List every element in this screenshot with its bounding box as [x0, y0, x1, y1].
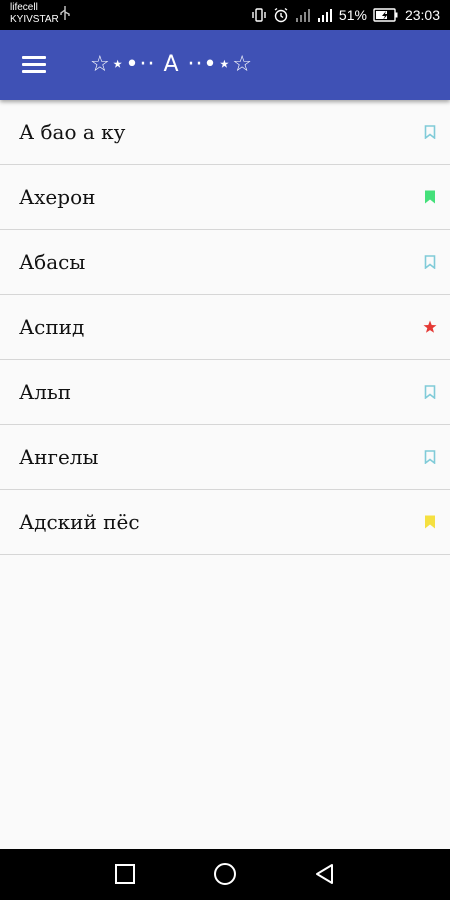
bookmark-filled-icon[interactable]	[424, 515, 436, 529]
page-title: ☆⋆•·· A ··•⋆☆	[90, 52, 253, 77]
bookmark-outline-icon[interactable]	[424, 385, 436, 399]
carrier-name-2: KYIVSTAR	[10, 14, 59, 25]
signal-weak-icon	[295, 9, 310, 22]
list-item[interactable]: Адский пёс	[0, 490, 450, 555]
list-item-label: Адский пёс	[19, 510, 140, 534]
list-item-label: Ахерон	[19, 185, 96, 209]
list-item[interactable]: Ахерон	[0, 165, 450, 230]
list-item[interactable]: Ангелы	[0, 425, 450, 490]
signal-strong-icon	[317, 9, 332, 22]
list-item[interactable]: Альп	[0, 360, 450, 425]
hamburger-menu-icon[interactable]	[18, 50, 52, 80]
bookmark-outline-icon[interactable]	[424, 255, 436, 269]
status-icons: 51% 23:03	[251, 0, 440, 30]
vibrate-icon	[252, 8, 266, 22]
star-icon[interactable]	[423, 320, 437, 334]
bookmark-outline-icon[interactable]	[424, 450, 436, 464]
navigation-bar	[0, 849, 450, 900]
home-circle-icon[interactable]	[213, 862, 237, 886]
bookmark-filled-icon[interactable]	[424, 190, 436, 204]
usb-icon	[60, 6, 70, 20]
list-item-label: Альп	[19, 380, 72, 404]
list-item[interactable]: Абасы	[0, 230, 450, 295]
carrier-name-1: lifecell	[10, 2, 38, 13]
creature-list: А бао а ку Ахерон Абасы Аспид Альп Ангел…	[0, 100, 450, 555]
list-item-label: А бао а ку	[19, 120, 126, 144]
list-item[interactable]: Аспид	[0, 295, 450, 360]
carrier-info: lifecell KYIVSTAR	[10, 2, 59, 26]
list-item-label: Абасы	[19, 250, 86, 274]
status-bar: lifecell KYIVSTAR 51% 23:03	[0, 0, 450, 30]
battery-charging-icon	[373, 8, 398, 22]
list-item-label: Аспид	[19, 315, 85, 339]
list-item[interactable]: А бао а ку	[0, 100, 450, 165]
bookmark-outline-icon[interactable]	[424, 125, 436, 139]
list-item-label: Ангелы	[19, 445, 99, 469]
battery-percent: 51%	[338, 7, 367, 23]
alarm-icon	[274, 7, 288, 23]
clock: 23:03	[404, 7, 440, 23]
app-bar: ☆⋆•·· A ··•⋆☆	[0, 30, 450, 100]
back-triangle-icon[interactable]	[313, 862, 337, 886]
recents-square-icon[interactable]	[113, 862, 137, 886]
